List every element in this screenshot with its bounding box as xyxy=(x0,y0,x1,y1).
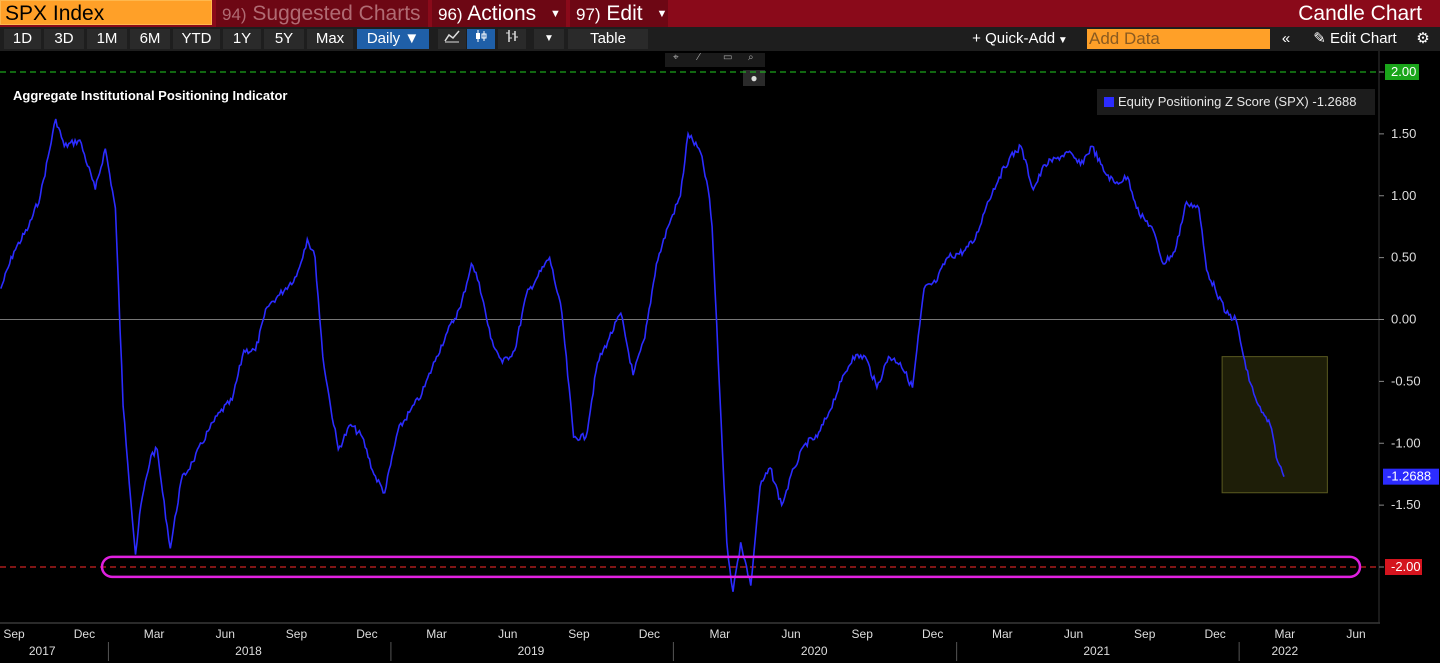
last-value-label: -1.2688 xyxy=(1387,469,1431,484)
legend-series-name: Equity Positioning Z Score (SPX) xyxy=(1118,94,1309,109)
chevron-down-icon: ▼ xyxy=(549,7,561,20)
x-tick-label-month: Mar xyxy=(709,627,730,641)
edit-chart-label: Edit Chart xyxy=(1330,30,1397,47)
x-tick-label-month: Sep xyxy=(568,627,590,641)
actions-menu-button[interactable]: 96) Actions ▼ xyxy=(432,0,566,27)
add-data-input[interactable]: Add Data xyxy=(1087,29,1270,49)
y-tick-label: 2.00 xyxy=(1391,64,1416,79)
pencil-icon: ✎ xyxy=(1313,30,1331,47)
chart-style-dropdown[interactable]: ▼ xyxy=(534,29,564,49)
legend[interactable]: Equity Positioning Z Score (SPX) -1.2688 xyxy=(1097,89,1375,115)
legend-last-value: -1.2688 xyxy=(1312,94,1357,109)
range-max-button[interactable]: Max xyxy=(307,29,353,49)
edit-menu-button[interactable]: 97) Edit ▼ xyxy=(570,0,668,27)
x-tick-label-year: 2017 xyxy=(29,644,56,658)
actions-label: Actions xyxy=(467,2,537,25)
x-tick-label-month: Dec xyxy=(639,627,660,641)
x-tick-label-month: Sep xyxy=(286,627,308,641)
x-tick-label-year: 2018 xyxy=(235,644,262,658)
y-tick-label: -2.00 xyxy=(1391,559,1421,574)
chart-toolbar: 1D 3D 1M 6M YTD 1Y 5Y Max Daily ▼ ▼ Tabl… xyxy=(0,27,1440,51)
bar-chart-icon[interactable] xyxy=(498,29,526,49)
y-tick-label: -1.00 xyxy=(1391,435,1421,450)
interval-label: Daily xyxy=(366,30,401,47)
x-tick-label-month: Jun xyxy=(1346,627,1365,641)
x-tick-label-month: Dec xyxy=(356,627,377,641)
x-tick-label-month: Jun xyxy=(498,627,517,641)
x-tick-label-year: 2022 xyxy=(1271,644,1298,658)
suggested-charts-num: 94) xyxy=(222,5,247,24)
x-tick-label-year: 2020 xyxy=(801,644,828,658)
chevron-down-icon: ▼ xyxy=(404,30,420,47)
range-1d-button[interactable]: 1D xyxy=(4,29,41,49)
y-tick-label: -0.50 xyxy=(1391,373,1421,388)
chevron-down-icon: ▼ xyxy=(1055,35,1068,46)
chart-title: Aggregate Institutional Positioning Indi… xyxy=(13,88,288,103)
table-button[interactable]: Table xyxy=(568,29,648,49)
gear-icon[interactable]: ⚙ xyxy=(1410,29,1436,49)
series-line-equity-positioning xyxy=(0,118,1285,592)
range-ytd-button[interactable]: YTD xyxy=(173,29,220,49)
range-1y-button[interactable]: 1Y xyxy=(223,29,261,49)
chevron-down-icon: ▼ xyxy=(656,7,668,20)
ticker-input[interactable]: SPX Index xyxy=(0,0,212,25)
range-3d-button[interactable]: 3D xyxy=(44,29,84,49)
range-5y-button[interactable]: 5Y xyxy=(264,29,304,49)
suggested-charts-button[interactable]: 94) Suggested Charts xyxy=(216,0,428,27)
x-tick-label-month: Jun xyxy=(216,627,235,641)
quick-add-label: Quick-Add xyxy=(985,30,1056,47)
x-tick-label-month: Dec xyxy=(1204,627,1225,641)
x-tick-label-month: Jun xyxy=(1064,627,1083,641)
edit-num: 97) xyxy=(576,5,601,24)
y-tick-label: 0.50 xyxy=(1391,250,1416,265)
edit-chart-button[interactable]: ✎ Edit Chart xyxy=(1302,29,1408,49)
quick-add-button[interactable]: + Quick-Add ▼ xyxy=(960,29,1080,49)
x-tick-label-month: Sep xyxy=(1134,627,1156,641)
x-tick-label-month: Mar xyxy=(992,627,1013,641)
y-tick-label: 1.00 xyxy=(1391,188,1416,203)
x-tick-label-year: 2021 xyxy=(1083,644,1110,658)
chart-area: 2.00 1.50 1.00 0.50 0.00 -0.50 -1.00 -1.50 -2.00… xyxy=(0,51,1439,661)
chart-type-title: Candle Chart xyxy=(1298,2,1422,25)
chevron-down-icon: ▼ xyxy=(544,33,554,44)
interval-dropdown[interactable]: Daily ▼ xyxy=(357,29,429,49)
x-tick-label-month: Dec xyxy=(74,627,95,641)
line-chart-icon[interactable] xyxy=(438,29,466,49)
x-tick-label-month: Mar xyxy=(144,627,165,641)
y-tick-label: 0.00 xyxy=(1391,312,1416,327)
collapse-panel-icon[interactable]: « xyxy=(1275,29,1297,49)
plus-icon: + xyxy=(972,30,986,47)
y-tick-label: 1.50 xyxy=(1391,126,1416,141)
x-tick-label-month: Jun xyxy=(781,627,800,641)
x-tick-label-month: Dec xyxy=(922,627,943,641)
legend-swatch xyxy=(1104,97,1114,107)
suggested-charts-label: Suggested Charts xyxy=(252,2,421,25)
x-tick-label-month: Mar xyxy=(426,627,447,641)
top-bar: SPX Index 94) Suggested Charts 96) Actio… xyxy=(0,0,1440,27)
range-1m-button[interactable]: 1M xyxy=(87,29,127,49)
candle-chart-icon[interactable] xyxy=(467,29,495,49)
x-tick-label-month: Sep xyxy=(3,627,25,641)
edit-label: Edit xyxy=(606,2,643,25)
highlight-box xyxy=(1221,356,1328,494)
y-tick-label: -1.50 xyxy=(1391,497,1421,512)
x-tick-label-year: 2019 xyxy=(518,644,545,658)
x-tick-label-month: Mar xyxy=(1274,627,1295,641)
actions-num: 96) xyxy=(438,5,463,24)
range-6m-button[interactable]: 6M xyxy=(130,29,170,49)
x-tick-label-month: Sep xyxy=(852,627,874,641)
